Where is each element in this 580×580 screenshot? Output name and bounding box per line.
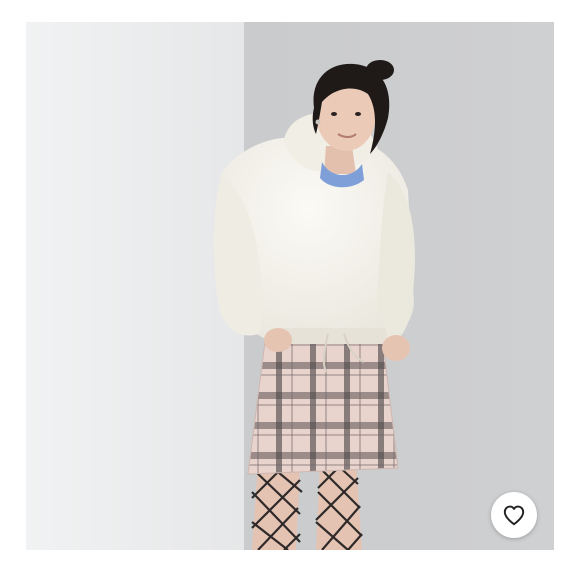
product-photo[interactable] — [26, 22, 554, 550]
product-photo-illustration — [26, 22, 554, 550]
like-button[interactable] — [491, 492, 537, 538]
heart-outline-icon — [503, 505, 525, 526]
left-hand — [264, 328, 292, 352]
listing-page — [0, 0, 580, 580]
background-wall-left — [26, 22, 244, 550]
right-hand — [382, 335, 410, 361]
plaid-skirt — [247, 333, 399, 475]
